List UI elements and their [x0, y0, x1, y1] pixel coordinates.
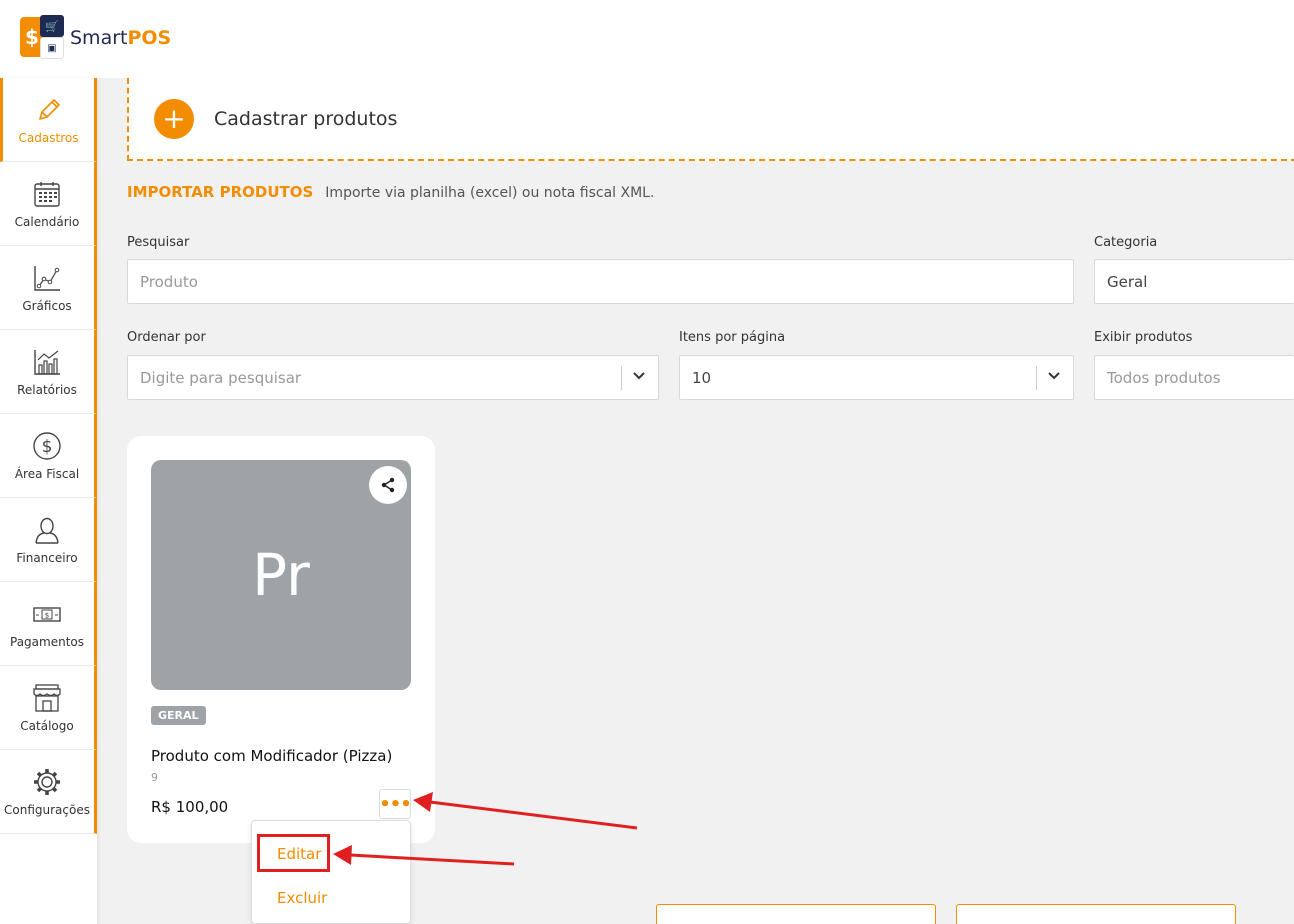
card-icon: ▣ — [40, 37, 64, 59]
register-products-label: Cadastrar produtos — [214, 107, 398, 130]
chevron-down-icon[interactable] — [1047, 369, 1061, 383]
sidebar-item-label: Configurações — [4, 802, 90, 817]
sidebar-item-label: Financeiro — [16, 550, 78, 565]
search-input[interactable]: Produto — [127, 259, 1074, 304]
top-bar: $ 🛒 ▣ SmartPOS — [0, 0, 1294, 78]
calendar-icon — [32, 179, 62, 209]
logo-text-pos: POS — [127, 26, 172, 49]
svg-text:$: $ — [45, 611, 49, 619]
banknote-icon: $ — [32, 599, 62, 629]
select-separator — [1036, 366, 1037, 390]
sidebar-item-relatorios[interactable]: Relatórios — [0, 330, 97, 414]
logo-text: SmartPOS — [70, 27, 171, 49]
line-chart-icon — [32, 263, 62, 293]
pencil-icon — [34, 95, 64, 125]
share-icon — [381, 477, 395, 493]
bottom-action-button-1[interactable] — [656, 904, 936, 924]
share-button[interactable] — [369, 466, 407, 504]
dollar-circle-icon: $ — [32, 431, 62, 461]
sidebar-item-cadastros[interactable]: Cadastros — [0, 78, 97, 162]
product-thumbnail[interactable]: Pr — [151, 460, 411, 690]
user-icon — [32, 515, 62, 545]
import-products-link[interactable]: IMPORTAR PRODUTOS — [127, 183, 313, 201]
category-label: Categoria — [1094, 235, 1158, 250]
category-badge: GERAL — [151, 706, 206, 725]
sidebar-item-label: Relatórios — [17, 382, 77, 397]
sidebar-item-label: Pagamentos — [10, 634, 84, 649]
sidebar-item-catalogo[interactable]: Catálogo — [0, 666, 97, 750]
bottom-action-button-2[interactable] — [956, 904, 1236, 924]
items-per-page-label: Itens por página — [679, 330, 786, 345]
import-row: IMPORTAR PRODUTOS Importe via planilha (… — [127, 183, 654, 201]
sidebar-item-label: Área Fiscal — [14, 466, 80, 481]
sidebar-item-label: Calendário — [14, 214, 80, 229]
show-products-select[interactable]: Todos produtos — [1094, 355, 1294, 400]
sidebar-item-area-fiscal[interactable]: $ Área Fiscal — [0, 414, 97, 498]
plus-icon: + — [154, 98, 194, 139]
chevron-down-icon[interactable] — [632, 369, 646, 383]
annotation-arrow-line-1 — [429, 800, 638, 830]
import-description: Importe via planilha (excel) ou nota fis… — [325, 185, 655, 201]
menu-item-delete[interactable]: Excluir — [277, 889, 327, 907]
annotation-highlight-box — [257, 834, 330, 872]
logo-text-smart: Smart — [70, 26, 128, 49]
product-name: Produto com Modificador (Pizza) — [151, 747, 393, 765]
sidebar-item-graficos[interactable]: Gráficos — [0, 246, 97, 330]
sidebar-item-pagamentos[interactable]: $ Pagamentos — [0, 582, 97, 666]
register-products-button[interactable]: + Cadastrar produtos — [127, 78, 1294, 161]
bar-chart-icon — [32, 347, 62, 377]
product-initials: Pr — [252, 541, 310, 609]
sidebar-item-financeiro[interactable]: Financeiro — [0, 498, 97, 582]
smartpos-logo[interactable]: $ 🛒 ▣ SmartPOS — [20, 15, 171, 60]
logo-mark: $ 🛒 ▣ — [20, 15, 65, 60]
select-separator — [621, 366, 622, 390]
category-select[interactable]: Geral — [1094, 259, 1294, 304]
product-price: R$ 100,00 — [151, 798, 229, 816]
product-code: 9 — [151, 771, 158, 784]
store-icon — [32, 683, 62, 713]
search-label: Pesquisar — [127, 235, 190, 250]
sidebar: Cadastros Calendário Gráficos Relatórios… — [0, 78, 97, 924]
items-per-page-select[interactable]: 10 — [679, 355, 1074, 400]
order-by-select[interactable]: Digite para pesquisar — [127, 355, 659, 400]
more-options-button[interactable]: ••• — [379, 789, 412, 819]
sidebar-item-label: Gráficos — [22, 298, 72, 313]
svg-text:$: $ — [42, 437, 53, 457]
sidebar-item-configuracoes[interactable]: Configurações — [0, 750, 97, 834]
show-products-label: Exibir produtos — [1094, 330, 1193, 345]
sidebar-item-calendario[interactable]: Calendário — [0, 162, 97, 246]
order-by-placeholder: Digite para pesquisar — [140, 368, 302, 387]
order-by-label: Ordenar por — [127, 330, 206, 345]
cart-icon: 🛒 — [40, 15, 64, 37]
product-card: Pr GERAL Produto com Modificador (Pizza)… — [127, 436, 435, 843]
sidebar-item-label: Catálogo — [20, 718, 74, 733]
gear-icon — [32, 767, 62, 797]
sidebar-item-label: Cadastros — [18, 130, 79, 145]
items-per-page-value: 10 — [692, 368, 712, 387]
